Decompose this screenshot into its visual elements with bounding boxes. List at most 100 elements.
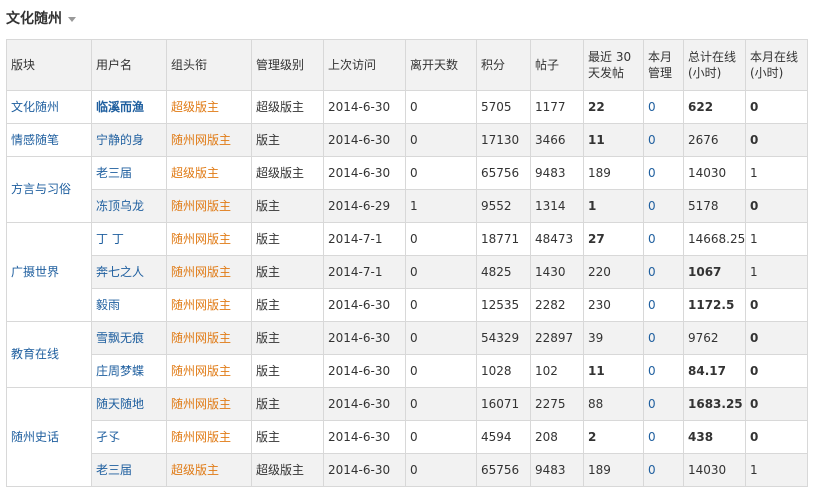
user-link[interactable]: 毅雨 xyxy=(96,298,120,312)
section-label[interactable]: 广摄世界 xyxy=(11,265,59,279)
recent-posts-cell: 230 xyxy=(583,288,644,322)
month-manage-link[interactable]: 0 xyxy=(648,463,656,477)
month-manage-cell[interactable]: 0 xyxy=(643,255,684,289)
month-manage-link[interactable]: 0 xyxy=(648,364,656,378)
user-cell[interactable]: 孑孓 xyxy=(91,420,167,454)
user-cell[interactable]: 毅雨 xyxy=(91,288,167,322)
section-link[interactable]: 文化随州 xyxy=(6,90,92,124)
section-label[interactable]: 随州史话 xyxy=(11,430,59,444)
group-title: 随州网版主 xyxy=(171,297,232,312)
user-cell[interactable]: 临溪而渔 xyxy=(91,90,167,124)
user-cell[interactable]: 老三届 xyxy=(91,156,167,190)
user-link[interactable]: 庄周梦蝶 xyxy=(96,364,144,378)
month-online-cell: 0 xyxy=(745,420,808,454)
col-header-level: 管理级别 xyxy=(251,39,324,91)
user-link[interactable]: 雪飘无痕 xyxy=(96,331,144,345)
user-link[interactable]: 宁静的身 xyxy=(96,133,144,147)
month-manage-link[interactable]: 0 xyxy=(648,397,656,411)
posts-cell: 1430 xyxy=(530,255,584,289)
col-header-month-manage: 本月 管理 xyxy=(643,39,684,91)
section-label[interactable]: 教育在线 xyxy=(11,347,59,361)
section-link[interactable]: 情感随笔 xyxy=(6,123,92,157)
month-manage-cell[interactable]: 0 xyxy=(643,222,684,256)
last-visit-cell: 2014-6-30 xyxy=(323,354,406,388)
month-manage-cell[interactable]: 0 xyxy=(643,288,684,322)
user-link[interactable]: 随天随地 xyxy=(96,397,144,411)
month-manage-cell[interactable]: 0 xyxy=(643,123,684,157)
level-cell: 超级版主 xyxy=(251,156,324,190)
section-label[interactable]: 情感随笔 xyxy=(11,133,59,147)
user-link[interactable]: 老三届 xyxy=(96,166,132,180)
section-label[interactable]: 文化随州 xyxy=(11,100,59,114)
month-manage-cell[interactable]: 0 xyxy=(643,321,684,355)
user-link[interactable]: 丁 丁 xyxy=(96,232,124,246)
month-manage-link[interactable]: 0 xyxy=(648,199,656,213)
month-manage-cell[interactable]: 0 xyxy=(643,156,684,190)
month-manage-link[interactable]: 0 xyxy=(648,166,656,180)
month-manage-cell[interactable]: 0 xyxy=(643,420,684,454)
user-cell[interactable]: 宁静的身 xyxy=(91,123,167,157)
last-visit-cell: 2014-6-30 xyxy=(323,420,406,454)
page-title[interactable]: 文化随州 xyxy=(6,8,76,28)
group-title: 超级版主 xyxy=(171,99,220,114)
total-online-cell: 1172.5 xyxy=(683,288,746,322)
month-online-cell: 0 xyxy=(745,90,808,124)
col-header-posts: 帖子 xyxy=(530,39,584,91)
days-away-cell: 0 xyxy=(405,453,477,487)
page-title-text: 文化随州 xyxy=(6,11,62,27)
title-cell: 随州网版主 xyxy=(166,321,252,355)
user-cell[interactable]: 庄周梦蝶 xyxy=(91,354,167,388)
user-link[interactable]: 冻顶乌龙 xyxy=(96,199,144,213)
user-link[interactable]: 孑孓 xyxy=(96,430,120,444)
chevron-down-icon[interactable] xyxy=(68,16,76,22)
posts-cell: 22897 xyxy=(530,321,584,355)
posts-cell: 9483 xyxy=(530,156,584,190)
month-manage-link[interactable]: 0 xyxy=(648,100,656,114)
user-cell[interactable]: 老三届 xyxy=(91,453,167,487)
table-row: 奔七之人 随州网版主 版主 2014-7-1 0 4825 1430 220 0… xyxy=(7,255,808,289)
total-online-cell: 14030 xyxy=(683,453,746,487)
month-manage-link[interactable]: 0 xyxy=(648,265,656,279)
month-manage-cell[interactable]: 0 xyxy=(643,189,684,223)
user-cell[interactable]: 丁 丁 xyxy=(91,222,167,256)
level-cell: 版主 xyxy=(251,222,324,256)
user-cell[interactable]: 随天随地 xyxy=(91,387,167,421)
month-manage-link[interactable]: 0 xyxy=(648,331,656,345)
month-manage-link[interactable]: 0 xyxy=(648,133,656,147)
points-cell: 9552 xyxy=(476,189,531,223)
month-manage-link[interactable]: 0 xyxy=(648,298,656,312)
user-link[interactable]: 临溪而渔 xyxy=(96,100,144,114)
month-manage-cell[interactable]: 0 xyxy=(643,354,684,388)
days-away-cell: 0 xyxy=(405,222,477,256)
table-row: 教育在线 雪飘无痕 随州网版主 版主 2014-6-30 0 54329 228… xyxy=(6,321,808,388)
section-link[interactable]: 教育在线 xyxy=(6,321,92,388)
group-title: 随州网版主 xyxy=(171,198,232,213)
section-link[interactable]: 方言与习俗 xyxy=(6,156,92,223)
days-away-cell: 0 xyxy=(405,156,477,190)
last-visit-cell: 2014-6-30 xyxy=(323,453,406,487)
month-online-cell: 0 xyxy=(745,123,808,157)
posts-cell: 3466 xyxy=(530,123,584,157)
month-manage-cell[interactable]: 0 xyxy=(643,387,684,421)
section-label[interactable]: 方言与习俗 xyxy=(11,182,71,196)
table-row: 孑孓 随州网版主 版主 2014-6-30 0 4594 208 2 0 438… xyxy=(7,420,808,454)
month-manage-link[interactable]: 0 xyxy=(648,232,656,246)
days-away-cell: 0 xyxy=(405,255,477,289)
user-link[interactable]: 老三届 xyxy=(96,463,132,477)
recent-posts-cell: 1 xyxy=(583,189,644,223)
level-cell: 版主 xyxy=(251,189,324,223)
section-link[interactable]: 广摄世界 xyxy=(6,222,92,322)
user-cell[interactable]: 奔七之人 xyxy=(91,255,167,289)
user-link[interactable]: 奔七之人 xyxy=(96,265,144,279)
last-visit-cell: 2014-6-30 xyxy=(323,288,406,322)
level-cell: 版主 xyxy=(251,321,324,355)
days-away-cell: 0 xyxy=(405,354,477,388)
month-manage-link[interactable]: 0 xyxy=(648,430,656,444)
section-link[interactable]: 随州史话 xyxy=(6,387,92,487)
days-away-cell: 0 xyxy=(405,123,477,157)
user-cell[interactable]: 冻顶乌龙 xyxy=(91,189,167,223)
month-manage-cell[interactable]: 0 xyxy=(643,453,684,487)
user-cell[interactable]: 雪飘无痕 xyxy=(91,321,167,355)
days-away-cell: 0 xyxy=(405,90,477,124)
month-manage-cell[interactable]: 0 xyxy=(643,90,684,124)
